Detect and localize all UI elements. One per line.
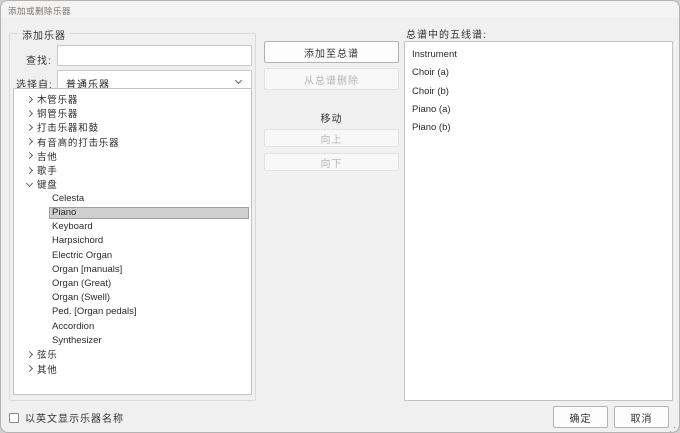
ok-button[interactable]: 确定: [553, 406, 608, 428]
remove-from-score-button[interactable]: 从总谱删除: [264, 68, 399, 90]
tree-item[interactable]: Electric Organ: [14, 248, 251, 262]
search-input[interactable]: [57, 45, 252, 66]
tree-expander-icon[interactable]: [25, 95, 37, 104]
tree-item[interactable]: Celesta: [14, 191, 251, 205]
tree-expander-icon[interactable]: [25, 109, 37, 118]
group-label: 添加乐器: [18, 27, 70, 42]
tree-item-label: 弦乐: [37, 350, 58, 362]
tree-item-label: 其他: [37, 364, 58, 376]
staves-in-score-label: 总谱中的五线谱:: [406, 30, 487, 41]
tree-item-label: Keyboard: [52, 221, 93, 233]
resize-grip-icon[interactable]: [673, 426, 675, 428]
checkbox-unchecked-icon[interactable]: [9, 412, 19, 423]
tree-item[interactable]: 有音高的打击乐器: [14, 135, 251, 149]
add-to-score-button[interactable]: 添加至总谱: [264, 41, 399, 63]
tree-item[interactable]: 铜管乐器: [14, 106, 251, 120]
tree-item-label: Organ (Great): [52, 278, 112, 290]
move-down-button[interactable]: 向下: [264, 153, 399, 171]
tree-expander-icon[interactable]: [25, 180, 37, 189]
tree-expander-icon[interactable]: [25, 151, 37, 160]
stave-list-item[interactable]: Choir (b): [412, 83, 672, 101]
window-title: 添加或删除乐器: [8, 6, 72, 16]
instrument-tree[interactable]: 木管乐器 铜管乐器 打击乐器和鼓 有音高的打击乐器 吉他 歌手 键盘 Celes…: [13, 88, 252, 395]
tree-item[interactable]: Keyboard: [14, 220, 251, 234]
tree-item-label: Accordion: [52, 320, 95, 332]
tree-expander-icon[interactable]: [25, 123, 37, 132]
tree-item-label: Celesta: [52, 192, 85, 204]
tree-item[interactable]: Ped. [Organ pedals]: [14, 305, 251, 319]
stave-list-item[interactable]: Instrument: [412, 46, 672, 64]
tree-item-label: 打击乐器和鼓: [37, 123, 99, 135]
tree-item-label: 吉他: [37, 151, 58, 163]
tree-item[interactable]: Organ (Swell): [14, 291, 251, 305]
add-remove-instruments-dialog: 添加或删除乐器 添加乐器 查找: 选择自: 普通乐器 木管乐器 铜管乐器 打击乐…: [0, 0, 680, 433]
tree-item-label: Organ [manuals]: [52, 263, 123, 275]
checkbox-label: 以英文显示乐器名称: [25, 414, 124, 425]
tree-item[interactable]: 歌手: [14, 163, 251, 177]
staves-list[interactable]: Instrument Choir (a) Choir (b) Piano (a)…: [404, 41, 673, 401]
tree-item[interactable]: 吉他: [14, 149, 251, 163]
tree-item[interactable]: Organ (Great): [14, 276, 251, 290]
stave-list-item[interactable]: Piano (b): [412, 119, 672, 137]
tree-item-label: 歌手: [37, 166, 58, 178]
tree-item[interactable]: Synthesizer: [14, 333, 251, 347]
tree-item[interactable]: 木管乐器: [14, 92, 251, 106]
english-names-checkbox-row[interactable]: 以英文显示乐器名称: [9, 410, 124, 425]
stave-list-item[interactable]: Choir (a): [412, 64, 672, 82]
tree-item-label: 铜管乐器: [37, 109, 79, 121]
tree-item[interactable]: Harpsichord: [14, 234, 251, 248]
tree-item[interactable]: Organ [manuals]: [14, 262, 251, 276]
title-bar[interactable]: 添加或删除乐器: [1, 1, 679, 19]
tree-item-label: 键盘: [37, 180, 58, 192]
tree-item[interactable]: 打击乐器和鼓: [14, 120, 251, 134]
move-section-label: 移动: [320, 114, 343, 125]
tree-expander-icon[interactable]: [25, 350, 37, 359]
tree-item[interactable]: 其他: [14, 362, 251, 376]
tree-item-label: 木管乐器: [37, 95, 79, 107]
tree-item[interactable]: 弦乐: [14, 347, 251, 361]
tree-item-label: Organ (Swell): [52, 292, 111, 304]
tree-expander-icon[interactable]: [25, 364, 37, 373]
tree-item-label: Harpsichord: [52, 235, 104, 247]
search-label: 查找:: [26, 56, 52, 67]
move-up-button[interactable]: 向上: [264, 129, 399, 147]
tree-expander-icon[interactable]: [25, 166, 37, 175]
stave-list-item[interactable]: Piano (a): [412, 101, 672, 119]
tree-item[interactable]: Piano: [49, 206, 249, 219]
add-instruments-group: 添加乐器 查找: 选择自: 普通乐器 木管乐器 铜管乐器 打击乐器和鼓 有音高的…: [9, 27, 256, 401]
tree-item[interactable]: Accordion: [14, 319, 251, 333]
tree-item[interactable]: 键盘: [14, 177, 251, 191]
tree-item-label: 有音高的打击乐器: [37, 137, 120, 149]
cancel-button[interactable]: 取消: [614, 406, 669, 428]
tree-expander-icon[interactable]: [25, 137, 37, 146]
tree-item-label: Ped. [Organ pedals]: [52, 306, 137, 318]
tree-item-label: Piano: [52, 207, 77, 219]
tree-item-label: Synthesizer: [52, 334, 102, 346]
chevron-down-icon: [234, 76, 243, 85]
tree-item-label: Electric Organ: [52, 249, 113, 261]
